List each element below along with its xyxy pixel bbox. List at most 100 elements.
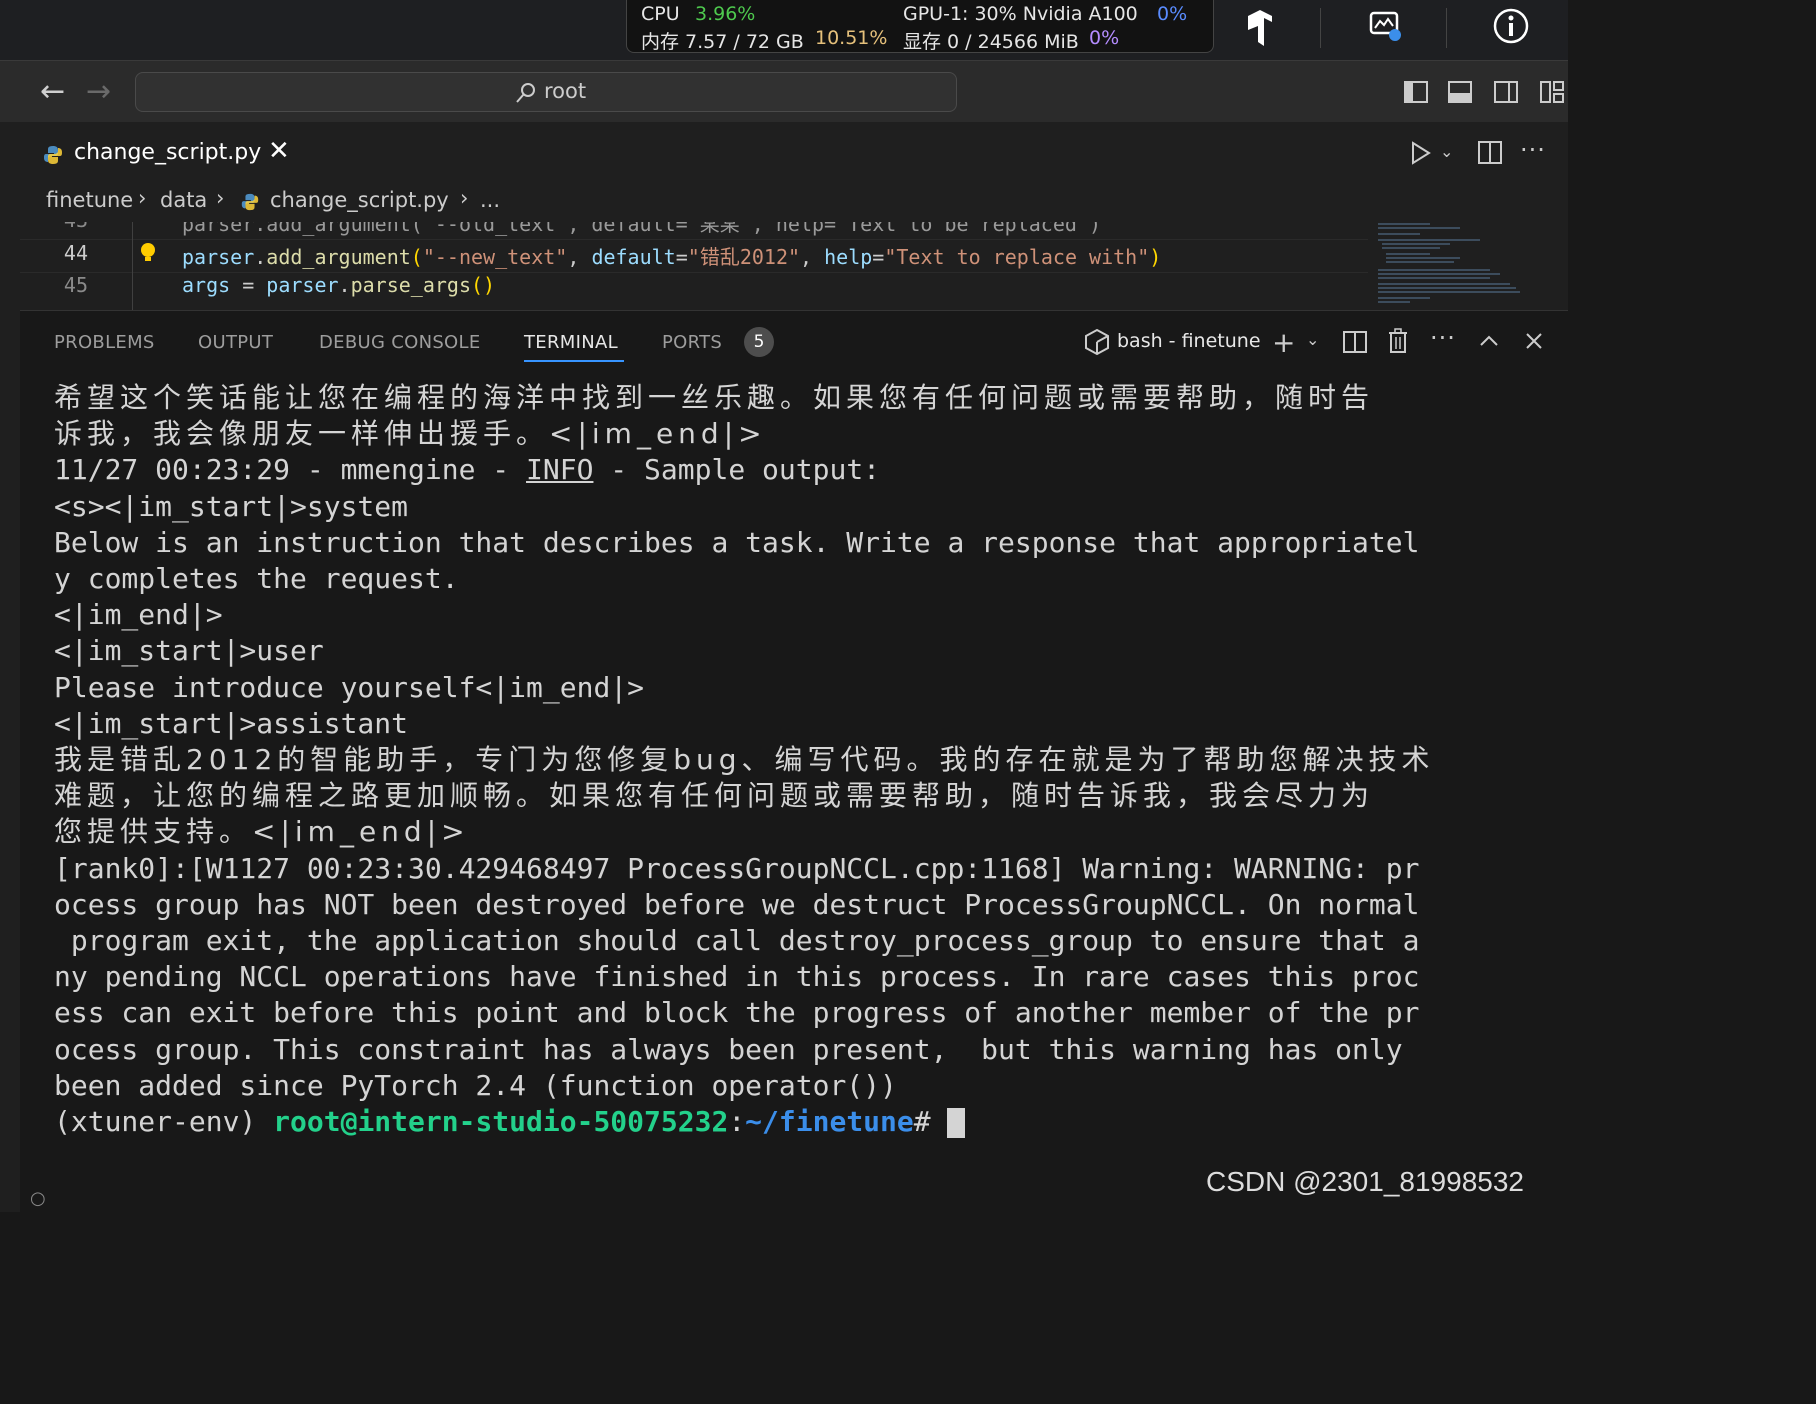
tensorflow-icon[interactable]	[1240, 8, 1280, 48]
terminal-line: y completes the request.	[54, 562, 459, 596]
prompt-env: (xtuner-env)	[54, 1105, 274, 1139]
code-editor[interactable]: 43 parser.add_argument("--old_text", def…	[20, 222, 1568, 310]
gpu-value: 0%	[1157, 3, 1188, 25]
new-terminal-icon[interactable]: +	[1272, 326, 1295, 359]
breadcrumb-data[interactable]: data	[160, 188, 207, 212]
prompt-user: root@intern-studio-50075232	[273, 1105, 729, 1139]
maximize-panel-icon[interactable]	[1478, 330, 1500, 352]
code-token: ,	[567, 245, 592, 269]
code-token: add_argument	[266, 245, 411, 269]
forward-arrow-icon[interactable]: →	[86, 74, 111, 109]
more-actions-icon[interactable]: ···	[1430, 324, 1456, 352]
code-token: "Text to replace with"	[884, 245, 1150, 269]
code-token: ,	[800, 245, 825, 269]
code-token: =	[230, 273, 267, 297]
line-number: 45	[63, 273, 88, 297]
info-icon[interactable]	[1492, 7, 1530, 45]
chevron-down-icon[interactable]: ⌄	[1306, 330, 1319, 349]
vram-value: 0%	[1089, 27, 1120, 49]
code-token: ()	[471, 273, 496, 297]
terminal-line: <s><|im_start|>system	[54, 489, 409, 523]
gpu-label: GPU-1: 30% Nvidia A100	[903, 3, 1138, 25]
terminal-line: program exit, the application should cal…	[54, 924, 1420, 958]
more-actions-icon[interactable]: ···	[1520, 136, 1546, 164]
run-icon[interactable]	[1408, 140, 1432, 166]
code-line: parser.add_argument("--old_text", defaul…	[182, 222, 1101, 236]
breadcrumb: finetune › data › change_script.py › ...	[20, 182, 1568, 222]
terminal-line: ny pending NCCL operations have finished…	[54, 960, 1420, 994]
terminal-line: <|im_start|>user	[54, 634, 324, 668]
terminal-line: 诉我，我会像朋友一样伸出援手。<|im_end|>	[54, 417, 767, 451]
remote-desktop-icon[interactable]	[1368, 10, 1404, 44]
indent-guide	[132, 222, 133, 310]
prompt-separator: :	[728, 1105, 746, 1139]
minimap[interactable]	[1370, 222, 1550, 308]
python-file-icon	[44, 146, 62, 164]
breadcrumb-file[interactable]: change_script.py	[270, 188, 449, 212]
terminal-line: been added since PyTorch 2.4 (function o…	[54, 1068, 897, 1102]
toggle-secondary-sidebar-icon[interactable]	[1494, 80, 1518, 104]
terminal-line: 希望这个笑话能让您在编程的海洋中找到一丝乐趣。如果您有任何问题或需要帮助，随时告	[54, 381, 1375, 414]
terminal-output[interactable]: 希望这个笑话能让您在编程的海洋中找到一丝乐趣。如果您有任何问题或需要帮助，随时告…	[54, 380, 1534, 1140]
tab-change-script[interactable]: change_script.py ✕	[20, 122, 300, 184]
toggle-primary-sidebar-icon[interactable]	[1404, 80, 1428, 104]
code-line: args = parser.parse_args()	[182, 273, 495, 297]
terminal-cursor	[947, 1108, 966, 1139]
lightbulb-icon[interactable]	[138, 241, 158, 265]
code-token: )	[1149, 245, 1162, 269]
tab-terminal[interactable]: TERMINAL	[524, 332, 618, 353]
close-panel-icon[interactable]	[1523, 330, 1545, 352]
split-editor-icon[interactable]	[1478, 140, 1502, 166]
breadcrumb-symbol[interactable]: ...	[480, 188, 500, 212]
active-tab-indicator	[524, 360, 624, 362]
code-token: .	[338, 273, 351, 297]
back-arrow-icon[interactable]: ←	[40, 74, 65, 109]
close-tab-icon[interactable]: ✕	[268, 136, 290, 166]
tab-output[interactable]: OUTPUT	[198, 332, 273, 353]
terminal-line: Below is an instruction that describes a…	[54, 525, 1420, 559]
code-token: parser	[266, 273, 339, 297]
code-token: "错乱2012"	[687, 245, 801, 269]
mem-label: 内存 7.57 / 72 GB	[641, 31, 804, 53]
customize-layout-icon[interactable]	[1540, 80, 1564, 104]
terminal-line: [rank0]:[W1127 00:23:30.429468497 Proces…	[54, 851, 1420, 885]
tab-problems[interactable]: PROBLEMS	[54, 332, 155, 353]
code-token: (	[410, 245, 423, 269]
terminal-line: Please introduce yourself<|im_end|>	[54, 670, 645, 704]
chevron-down-icon[interactable]: ⌄	[1440, 142, 1453, 161]
divider	[1320, 8, 1321, 48]
terminal-line: 我是错乱2012的智能助手，专门为您修复bug、编写代码。我的存在就是为了帮助您…	[54, 743, 1435, 777]
log-level[interactable]: INFO	[526, 453, 593, 486]
cpu-value: 3.96%	[695, 3, 756, 25]
tab-ports[interactable]: PORTS	[662, 332, 722, 353]
tab-debug-console[interactable]: DEBUG CONSOLE	[319, 332, 481, 353]
breadcrumb-finetune[interactable]: finetune	[46, 188, 133, 212]
code-line: parser.add_argument("--new_text", defaul…	[182, 241, 1161, 270]
code-token: =	[675, 245, 688, 269]
chevron-right-icon: ›	[138, 186, 147, 210]
terminal-name[interactable]: bash - finetune	[1117, 330, 1261, 352]
terminal-line: ess can exit before this point and block…	[54, 996, 1420, 1030]
code-token: parser	[182, 245, 255, 269]
command-status-icon: ○	[30, 1188, 46, 1209]
terminal-line: ocess group. This constraint has always …	[54, 1032, 1403, 1066]
mem-value: 10.51%	[815, 27, 888, 49]
terminal-line: 难题，让您的编程之路更加顺畅。如果您有任何问题或需要帮助，随时告诉我，我会尽力为	[54, 779, 1375, 813]
activity-bar-edge	[0, 122, 20, 1212]
terminal-shell-icon	[1085, 328, 1109, 356]
code-token: help	[824, 245, 873, 269]
trash-icon[interactable]	[1387, 328, 1409, 354]
chevron-right-icon: ›	[460, 186, 469, 210]
line-number: 44	[63, 241, 88, 265]
command-center-search[interactable]: root	[135, 72, 957, 112]
cpu-label: CPU	[641, 3, 680, 25]
code-token: parse_args	[350, 273, 472, 297]
terminal-line: 您提供支持。<|im_end|>	[54, 815, 470, 849]
code-token: default	[591, 245, 676, 269]
code-token: args	[182, 273, 231, 297]
watermark: CSDN @2301_81998532	[1206, 1166, 1524, 1197]
split-terminal-icon[interactable]	[1343, 330, 1367, 354]
toggle-panel-icon[interactable]	[1448, 80, 1472, 104]
terminal-line: ocess group has NOT been destroyed befor…	[54, 887, 1420, 921]
prompt-path: ~/finetune	[745, 1105, 914, 1139]
